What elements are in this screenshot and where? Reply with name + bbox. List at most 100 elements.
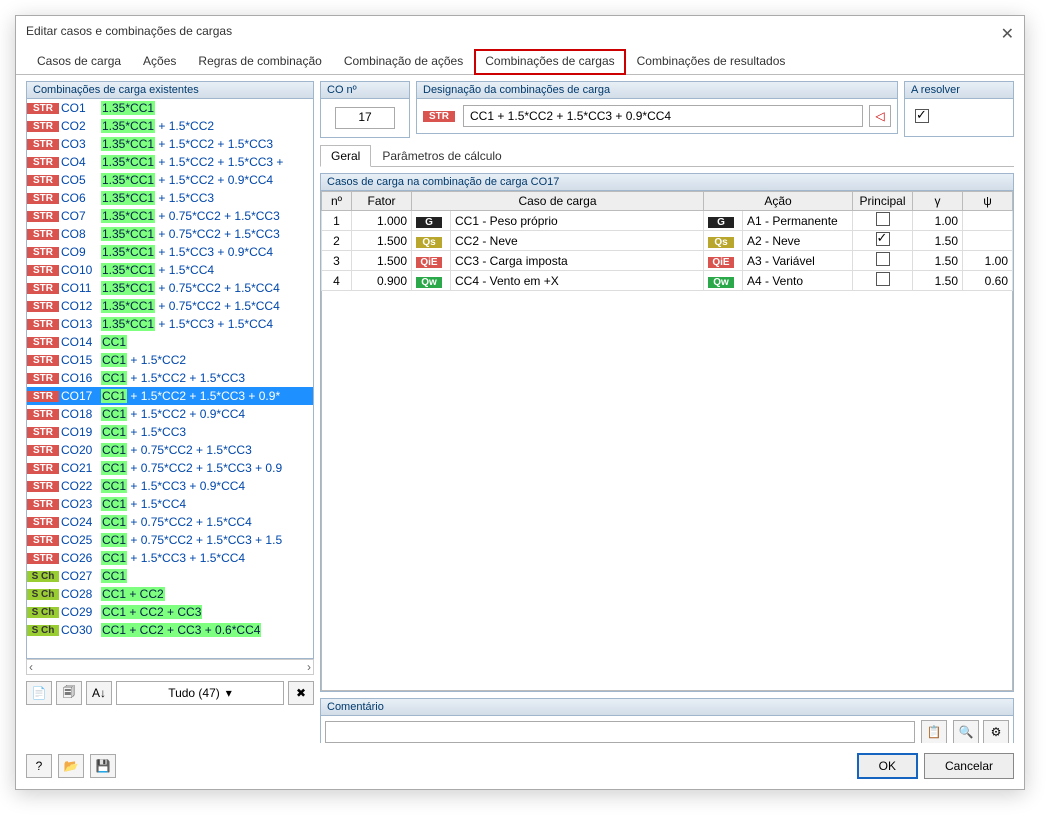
ok-button[interactable]: OK xyxy=(857,753,918,779)
combo-name: CO21 xyxy=(61,461,101,475)
principal-checkbox[interactable] xyxy=(876,232,890,246)
prev-nav-icon[interactable]: ◁ xyxy=(869,105,891,127)
combo-tag: STR xyxy=(27,409,59,420)
co-number-input[interactable]: 17 xyxy=(335,107,395,129)
co-no-header: CO nº xyxy=(320,81,410,99)
designation-input[interactable] xyxy=(463,105,863,127)
combo-tag: STR xyxy=(27,445,59,456)
combo-name: CO1 xyxy=(61,101,101,115)
comment-header: Comentário xyxy=(320,698,1014,716)
horizontal-scrollbar[interactable]: ‹› xyxy=(26,659,314,675)
settings-button[interactable]: ⚙ xyxy=(983,720,1009,743)
tab-acoes[interactable]: Ações xyxy=(132,49,187,75)
combo-row-co10[interactable]: STRCO101.35*CC1 + 1.5*CC4 xyxy=(27,261,313,279)
details-button[interactable]: 🔍 xyxy=(953,720,979,743)
combo-row-co3[interactable]: STRCO31.35*CC1 + 1.5*CC2 + 1.5*CC3 xyxy=(27,135,313,153)
load-cases-table[interactable]: nºFatorCaso de cargaAçãoPrincipalγψ 11.0… xyxy=(321,191,1013,291)
delete-button[interactable]: ✖ xyxy=(288,681,314,705)
combo-tag: STR xyxy=(27,481,59,492)
subtab-parametros[interactable]: Parâmetros de cálculo xyxy=(371,145,512,167)
combo-row-co19[interactable]: STRCO19CC1 + 1.5*CC3 xyxy=(27,423,313,441)
tab-combinacoes-cargas[interactable]: Combinações de cargas xyxy=(474,49,625,75)
resolve-checkbox[interactable] xyxy=(915,109,929,123)
combo-row-co28[interactable]: S ChCO28CC1 + CC2 xyxy=(27,585,313,603)
filter-dropdown[interactable]: Tudo (47)▾ xyxy=(116,681,284,705)
combo-name: CO16 xyxy=(61,371,101,385)
combo-row-co14[interactable]: STRCO14CC1 xyxy=(27,333,313,351)
tab-combinacao-acoes[interactable]: Combinação de ações xyxy=(333,49,474,75)
combo-row-co1[interactable]: STRCO11.35*CC1 xyxy=(27,99,313,117)
combo-row-co21[interactable]: STRCO21CC1 + 0.75*CC2 + 1.5*CC3 + 0.9 xyxy=(27,459,313,477)
combo-row-co24[interactable]: STRCO24CC1 + 0.75*CC2 + 1.5*CC4 xyxy=(27,513,313,531)
combo-row-co30[interactable]: S ChCO30CC1 + CC2 + CC3 + 0.6*CC4 xyxy=(27,621,313,639)
tab-combinacoes-resultados[interactable]: Combinações de resultados xyxy=(626,49,797,75)
tab-casos-de-carga[interactable]: Casos de carga xyxy=(26,49,132,75)
combo-name: CO20 xyxy=(61,443,101,457)
comment-input[interactable] xyxy=(325,721,915,743)
combo-row-co25[interactable]: STRCO25CC1 + 0.75*CC2 + 1.5*CC3 + 1.5 xyxy=(27,531,313,549)
new-button[interactable]: 📄 xyxy=(26,681,52,705)
combo-row-co27[interactable]: S ChCO27CC1 xyxy=(27,567,313,585)
table-row[interactable]: 11.000GCC1 - Peso próprioGA1 - Permanent… xyxy=(322,211,1013,231)
combo-name: CO22 xyxy=(61,479,101,493)
table-row[interactable]: 31.500QiECC3 - Carga impostaQiEA3 - Vari… xyxy=(322,251,1013,271)
sort-button[interactable]: A↓ xyxy=(86,681,112,705)
combo-name: CO13 xyxy=(61,317,101,331)
help-button[interactable]: ? xyxy=(26,754,52,778)
close-icon[interactable]: ✕ xyxy=(1001,24,1014,44)
designation-tag: STR xyxy=(423,111,455,122)
combo-row-co22[interactable]: STRCO22CC1 + 1.5*CC3 + 0.9*CC4 xyxy=(27,477,313,495)
combo-tag: STR xyxy=(27,301,59,312)
principal-checkbox[interactable] xyxy=(876,272,890,286)
combo-row-co23[interactable]: STRCO23CC1 + 1.5*CC4 xyxy=(27,495,313,513)
combo-list[interactable]: STRCO11.35*CC1STRCO21.35*CC1 + 1.5*CC2ST… xyxy=(26,99,314,659)
combo-tag: STR xyxy=(27,175,59,186)
combo-tag: STR xyxy=(27,553,59,564)
combo-tag: STR xyxy=(27,139,59,150)
combo-name: CO7 xyxy=(61,209,101,223)
combo-tag: STR xyxy=(27,103,59,114)
subtab-geral[interactable]: Geral xyxy=(320,145,371,167)
combo-name: CO14 xyxy=(61,335,101,349)
combo-row-co8[interactable]: STRCO81.35*CC1 + 0.75*CC2 + 1.5*CC3 xyxy=(27,225,313,243)
copy-button[interactable]: 🗐 xyxy=(56,681,82,705)
combo-name: CO30 xyxy=(61,623,101,637)
combo-row-co26[interactable]: STRCO26CC1 + 1.5*CC3 + 1.5*CC4 xyxy=(27,549,313,567)
principal-checkbox[interactable] xyxy=(876,212,890,226)
combo-row-co20[interactable]: STRCO20CC1 + 0.75*CC2 + 1.5*CC3 xyxy=(27,441,313,459)
combo-row-co29[interactable]: S ChCO29CC1 + CC2 + CC3 xyxy=(27,603,313,621)
combo-name: CO24 xyxy=(61,515,101,529)
open-button[interactable]: 📂 xyxy=(58,754,84,778)
combo-row-co11[interactable]: STRCO111.35*CC1 + 0.75*CC2 + 1.5*CC4 xyxy=(27,279,313,297)
combo-row-co6[interactable]: STRCO61.35*CC1 + 1.5*CC3 xyxy=(27,189,313,207)
combo-row-co17[interactable]: STRCO17CC1 + 1.5*CC2 + 1.5*CC3 + 0.9* xyxy=(27,387,313,405)
tab-regras[interactable]: Regras de combinação xyxy=(187,49,332,75)
combo-name: CO18 xyxy=(61,407,101,421)
combo-row-co9[interactable]: STRCO91.35*CC1 + 1.5*CC3 + 0.9*CC4 xyxy=(27,243,313,261)
combo-tag: STR xyxy=(27,463,59,474)
table-row[interactable]: 40.900QwCC4 - Vento em +XQwA4 - Vento1.5… xyxy=(322,271,1013,291)
cancel-button[interactable]: Cancelar xyxy=(924,753,1014,779)
combo-tag: S Ch xyxy=(27,625,59,636)
combo-row-co5[interactable]: STRCO51.35*CC1 + 1.5*CC2 + 0.9*CC4 xyxy=(27,171,313,189)
titlebar: Editar casos e combinações de cargas ✕ xyxy=(16,16,1024,48)
combo-row-co12[interactable]: STRCO121.35*CC1 + 0.75*CC2 + 1.5*CC4 xyxy=(27,297,313,315)
resolve-header: A resolver xyxy=(904,81,1014,99)
combo-row-co7[interactable]: STRCO71.35*CC1 + 0.75*CC2 + 1.5*CC3 xyxy=(27,207,313,225)
combo-tag: S Ch xyxy=(27,571,59,582)
table-row[interactable]: 21.500QsCC2 - NeveQsA2 - Neve1.50 xyxy=(322,231,1013,251)
combo-row-co4[interactable]: STRCO41.35*CC1 + 1.5*CC2 + 1.5*CC3 + xyxy=(27,153,313,171)
combo-row-co16[interactable]: STRCO16CC1 + 1.5*CC2 + 1.5*CC3 xyxy=(27,369,313,387)
combo-name: CO8 xyxy=(61,227,101,241)
comment-pick-button[interactable]: 📋 xyxy=(921,720,947,743)
cases-in-co-header: Casos de carga na combinação de carga CO… xyxy=(320,173,1014,191)
principal-checkbox[interactable] xyxy=(876,252,890,266)
combo-tag: STR xyxy=(27,121,59,132)
save-button[interactable]: 💾 xyxy=(90,754,116,778)
combo-row-co13[interactable]: STRCO131.35*CC1 + 1.5*CC3 + 1.5*CC4 xyxy=(27,315,313,333)
combo-row-co2[interactable]: STRCO21.35*CC1 + 1.5*CC2 xyxy=(27,117,313,135)
combo-row-co15[interactable]: STRCO15CC1 + 1.5*CC2 xyxy=(27,351,313,369)
combo-row-co18[interactable]: STRCO18CC1 + 1.5*CC2 + 0.9*CC4 xyxy=(27,405,313,423)
combo-name: CO10 xyxy=(61,263,101,277)
existing-combos-header: Combinações de carga existentes xyxy=(26,81,314,99)
